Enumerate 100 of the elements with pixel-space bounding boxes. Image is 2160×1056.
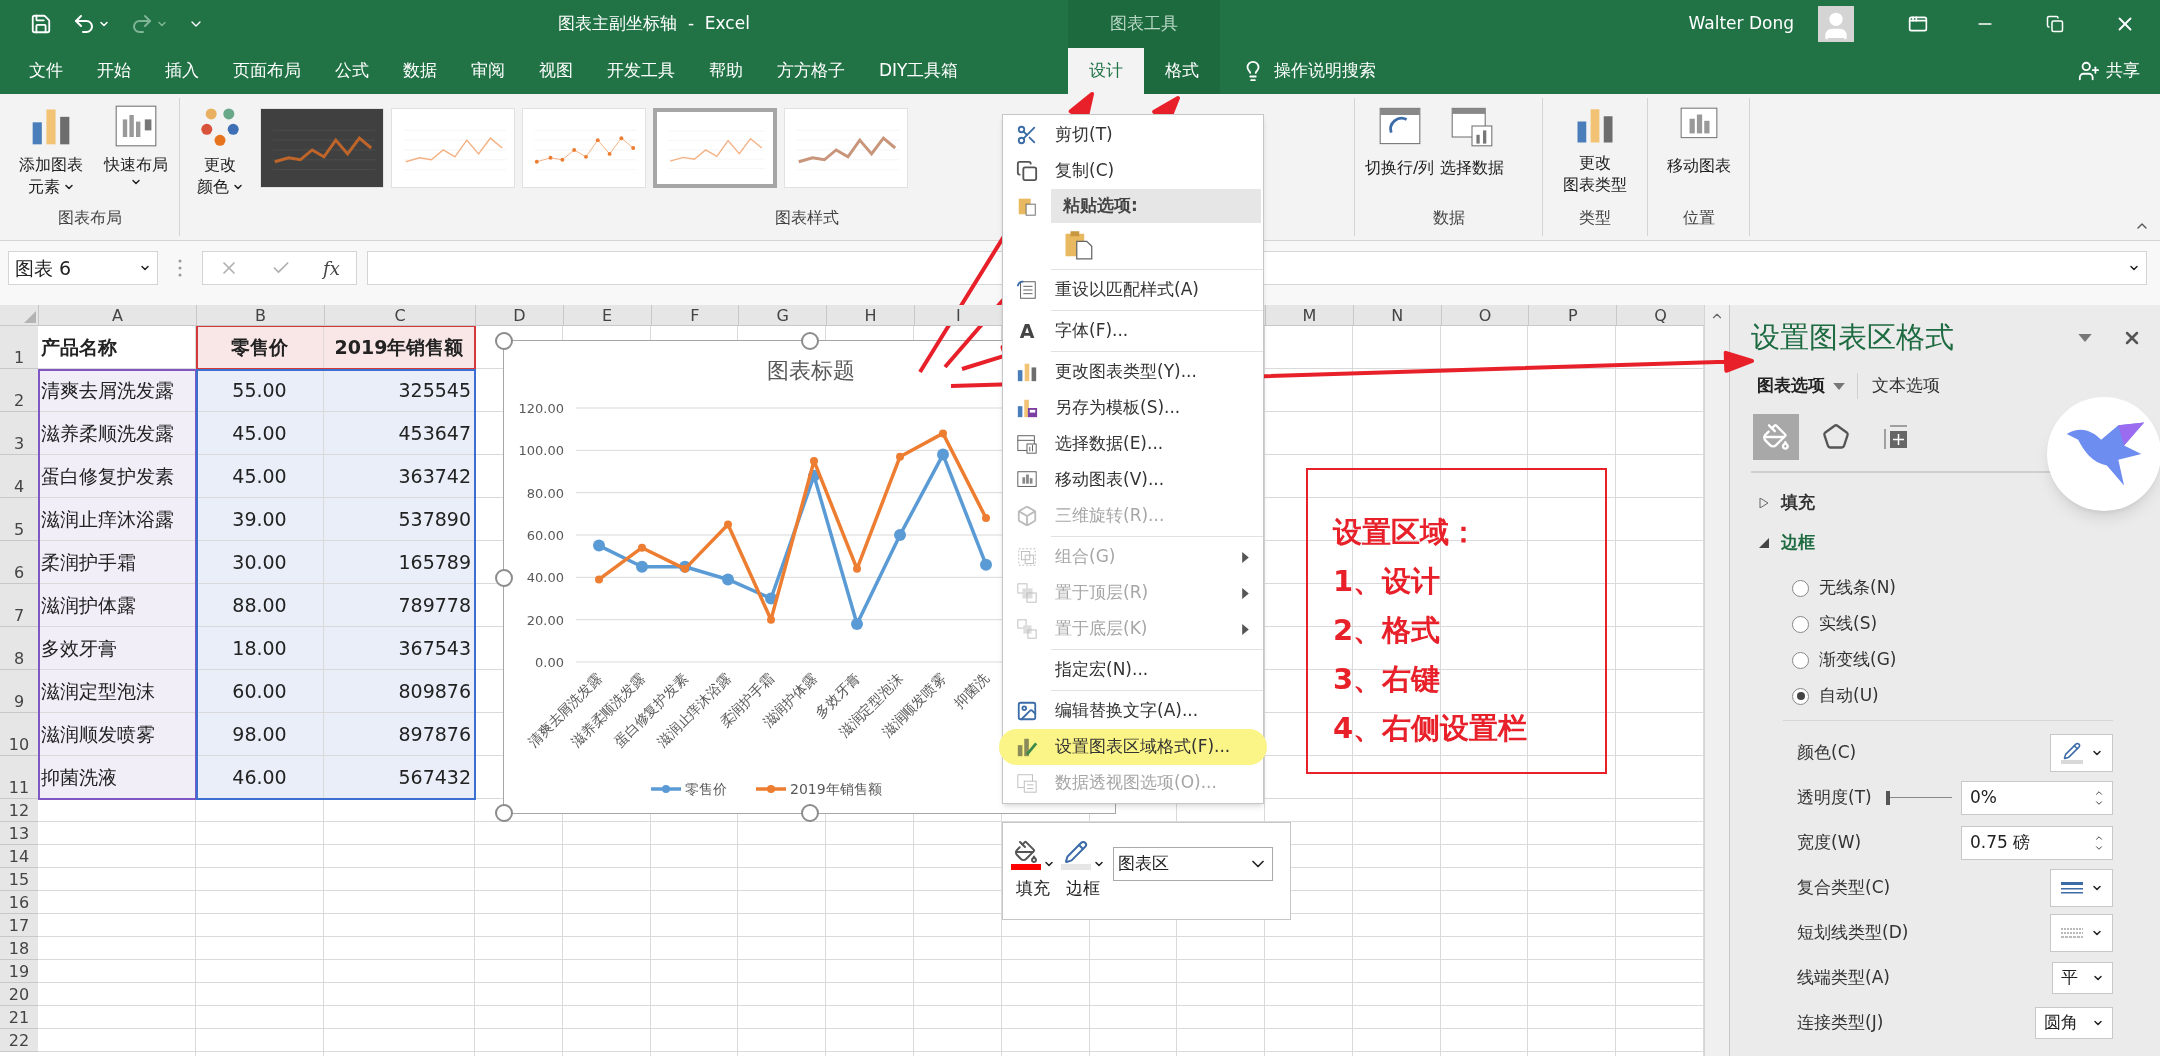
table-cell: 45.00 — [196, 455, 324, 498]
ribbon-tab[interactable]: 设计 — [1068, 48, 1144, 94]
ribbon-tab[interactable]: 审阅 — [454, 48, 522, 94]
change-chart-type-button[interactable]: 更改 图表类型 — [1563, 104, 1627, 206]
row-header[interactable]: 9 — [0, 670, 38, 713]
table-cell: 567432 — [324, 756, 475, 799]
row-header[interactable]: 11 — [0, 756, 38, 799]
row-header[interactable]: 15 — [0, 868, 38, 891]
axis-label: 80.00 — [526, 485, 564, 501]
column-header[interactable]: D — [475, 305, 563, 325]
pane-tab[interactable]: 图表选项 — [1757, 373, 1858, 399]
spin-field[interactable]: 0.75 磅 — [1961, 825, 2113, 860]
ribbon-tab[interactable]: 页面布局 — [216, 48, 318, 94]
change-colors-button[interactable]: 更改 颜色 — [196, 104, 244, 198]
group-label: 图表样式 — [775, 207, 839, 229]
select-dropdown[interactable]: 圆角 — [2035, 1006, 2113, 1039]
row-header[interactable]: 8 — [0, 627, 38, 670]
row-header[interactable]: 21 — [0, 1006, 38, 1029]
pane-tab[interactable]: 文本选项 — [1872, 373, 1952, 399]
ribbon-tab[interactable]: 公式 — [318, 48, 386, 94]
chart-element-dropdown[interactable]: 图表区 — [1113, 847, 1273, 881]
row-header[interactable]: 16 — [0, 891, 38, 914]
column-header[interactable]: B — [196, 305, 324, 325]
column-header[interactable]: C — [324, 305, 475, 325]
ribbon-tab[interactable]: DIY工具箱 — [862, 48, 976, 94]
column-header[interactable]: A — [38, 305, 196, 325]
insert-function-button[interactable]: fx — [323, 254, 340, 282]
row-header[interactable]: 3 — [0, 412, 38, 455]
axis-label: 0.00 — [535, 655, 564, 670]
ribbon-tab[interactable]: 视图 — [522, 48, 590, 94]
ribbon-tab[interactable]: 数据 — [386, 48, 454, 94]
menu-section-header: 粘贴选项: — [1051, 189, 1261, 223]
menu-item[interactable]: 设置图表区域格式(F)... — [999, 729, 1267, 765]
axis-label: 20.00 — [526, 612, 564, 628]
annotation-line: 3、右键 — [1333, 661, 1442, 698]
ribbon-tab[interactable]: 格式 — [1144, 48, 1220, 94]
column-header[interactable]: N — [1352, 305, 1441, 325]
axis-label: 40.00 — [526, 570, 564, 586]
switch-row-column-button[interactable]: 切换行/列 — [1365, 104, 1435, 206]
row-header[interactable]: 4 — [0, 455, 38, 498]
row-header[interactable]: 6 — [0, 541, 38, 584]
fill-button[interactable]: 填充 — [1011, 840, 1055, 902]
column-header[interactable]: H — [826, 305, 914, 325]
ribbon-tab[interactable]: 开始 — [80, 48, 148, 94]
row-header[interactable]: 22 — [0, 1029, 38, 1052]
window-title: 图表主副坐标轴 - Excel — [558, 13, 750, 34]
table-cell: 抑菌洗液 — [38, 756, 196, 799]
border-button[interactable]: 边框 — [1061, 840, 1105, 902]
share-button[interactable]: 共享 — [2078, 48, 2140, 94]
row-header[interactable]: 20 — [0, 983, 38, 1006]
section-header[interactable]: 边框 — [1751, 523, 1815, 563]
row-header[interactable]: 17 — [0, 914, 38, 937]
name-box[interactable]: 图表 6 — [8, 251, 158, 285]
spin-field[interactable]: 0% — [1961, 780, 2113, 815]
group-label: 位置 — [1681, 207, 1716, 229]
row-header[interactable]: 12 — [0, 799, 38, 822]
tell-me-search[interactable]: 操作说明搜索 — [1242, 48, 1376, 94]
select-data-button[interactable]: 选择数据 — [1440, 104, 1505, 206]
context-tab-header: 图表工具 — [1068, 0, 1220, 48]
table-cell: 清爽去屑洗发露 — [38, 369, 196, 412]
select-dropdown[interactable]: 平 — [2052, 961, 2113, 994]
column-header[interactable]: O — [1440, 305, 1529, 325]
menu-item[interactable]: 剪切(T) — [1003, 117, 1263, 153]
annotation-line: 4、右侧设置栏 — [1333, 710, 1529, 747]
add-chart-element-button[interactable]: 添加图表 元素 — [10, 104, 92, 206]
property-label: 透明度(T) — [1797, 785, 1872, 809]
table-cell: 多效牙膏 — [38, 627, 196, 670]
column-header[interactable]: G — [738, 305, 827, 325]
ribbon-tab[interactable]: 帮助 — [692, 48, 760, 94]
column-header[interactable]: F — [650, 305, 739, 325]
row-header[interactable]: 19 — [0, 960, 38, 983]
radio-label: 自动(U) — [1819, 684, 1879, 708]
row-header[interactable]: 7 — [0, 584, 38, 627]
table-cell: 30.00 — [196, 541, 324, 584]
row-header[interactable]: 2 — [0, 369, 38, 412]
annotation-line: 设置区域： — [1333, 514, 1479, 551]
row-header[interactable]: 13 — [0, 822, 38, 845]
move-chart-button[interactable]: 移动图表 — [1666, 104, 1731, 206]
row-header[interactable]: 10 — [0, 713, 38, 756]
ribbon-tab[interactable]: 方方格子 — [760, 48, 862, 94]
row-header[interactable]: 18 — [0, 937, 38, 960]
row-header[interactable]: 1 — [0, 326, 38, 369]
table-cell: 45.00 — [196, 412, 324, 455]
axis-label: 120.00 — [518, 401, 564, 416]
table-cell: 蛋白修复护发素 — [38, 455, 196, 498]
quick-layout-button[interactable]: 快速布局 — [100, 104, 172, 206]
table-cell: 39.00 — [196, 498, 324, 541]
column-header[interactable]: M — [1265, 305, 1353, 325]
section-header[interactable]: 填充 — [1751, 483, 1815, 523]
row-header[interactable]: 14 — [0, 845, 38, 868]
property-label: 颜色(C) — [1797, 740, 1857, 764]
ribbon-tab[interactable]: 文件 — [12, 48, 80, 94]
menu-item[interactable]: 复制(C) — [1003, 153, 1263, 189]
column-header[interactable]: Q — [1616, 305, 1704, 325]
ribbon-tab[interactable]: 开发工具 — [590, 48, 692, 94]
menu-item[interactable]: 重设以匹配样式(A) — [1003, 272, 1263, 308]
column-header[interactable]: E — [562, 305, 651, 325]
row-header[interactable]: 5 — [0, 498, 38, 541]
ribbon-tab[interactable]: 插入 — [148, 48, 216, 94]
column-header[interactable]: P — [1528, 305, 1617, 325]
